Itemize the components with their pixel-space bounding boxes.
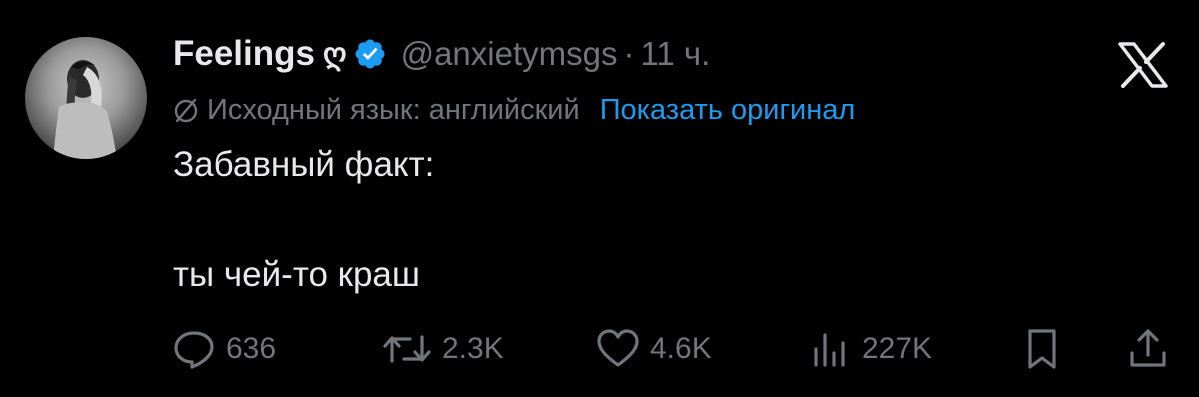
bookmark-icon	[1028, 329, 1056, 369]
name-emoji: ღ	[322, 37, 347, 71]
repost-button[interactable]: 2.3K	[382, 325, 504, 373]
like-button[interactable]: 4.6K	[596, 325, 712, 373]
heart-icon	[597, 329, 639, 367]
views-button[interactable]: 227K	[808, 325, 932, 373]
tweet-header: Feelings ღ @anxietymsgs · 11 ч.	[173, 30, 710, 78]
tweet-text-line-2: ты чей-то краш	[173, 255, 420, 294]
bookmark-button[interactable]	[1022, 325, 1072, 373]
source-language-label: Исходный язык: английский	[207, 93, 580, 126]
repost-icon	[383, 335, 431, 363]
reply-button[interactable]: 636	[172, 325, 276, 373]
display-name[interactable]: Feelings	[173, 34, 315, 74]
timestamp[interactable]: 11 ч.	[640, 35, 710, 73]
action-bar: 636 2.3K 4.6K 227K	[172, 325, 1172, 373]
share-button[interactable]	[1127, 325, 1179, 373]
tweet-text-line-1: Забавный факт:	[173, 145, 435, 184]
globe-slash-icon	[173, 97, 199, 123]
show-original-link[interactable]: Показать оригинал	[600, 94, 856, 127]
reply-count: 636	[226, 332, 277, 365]
share-icon	[1130, 329, 1166, 367]
avatar-image	[53, 60, 117, 159]
tweet[interactable]: Feelings ღ @anxietymsgs · 11 ч. Исходный…	[0, 0, 1199, 397]
repost-count: 2.3K	[442, 332, 504, 365]
reply-icon	[174, 331, 214, 369]
verified-badge-icon[interactable]	[353, 37, 387, 71]
translation-row: Исходный язык: английский Показать ориги…	[173, 90, 855, 130]
views-icon	[814, 333, 845, 367]
avatar[interactable]	[25, 37, 147, 159]
handle[interactable]: @anxietymsgs	[401, 35, 618, 73]
x-logo-icon[interactable]	[1117, 42, 1169, 88]
separator-dot: ·	[623, 35, 635, 72]
like-count: 4.6K	[650, 332, 712, 365]
view-count: 227K	[862, 332, 933, 365]
